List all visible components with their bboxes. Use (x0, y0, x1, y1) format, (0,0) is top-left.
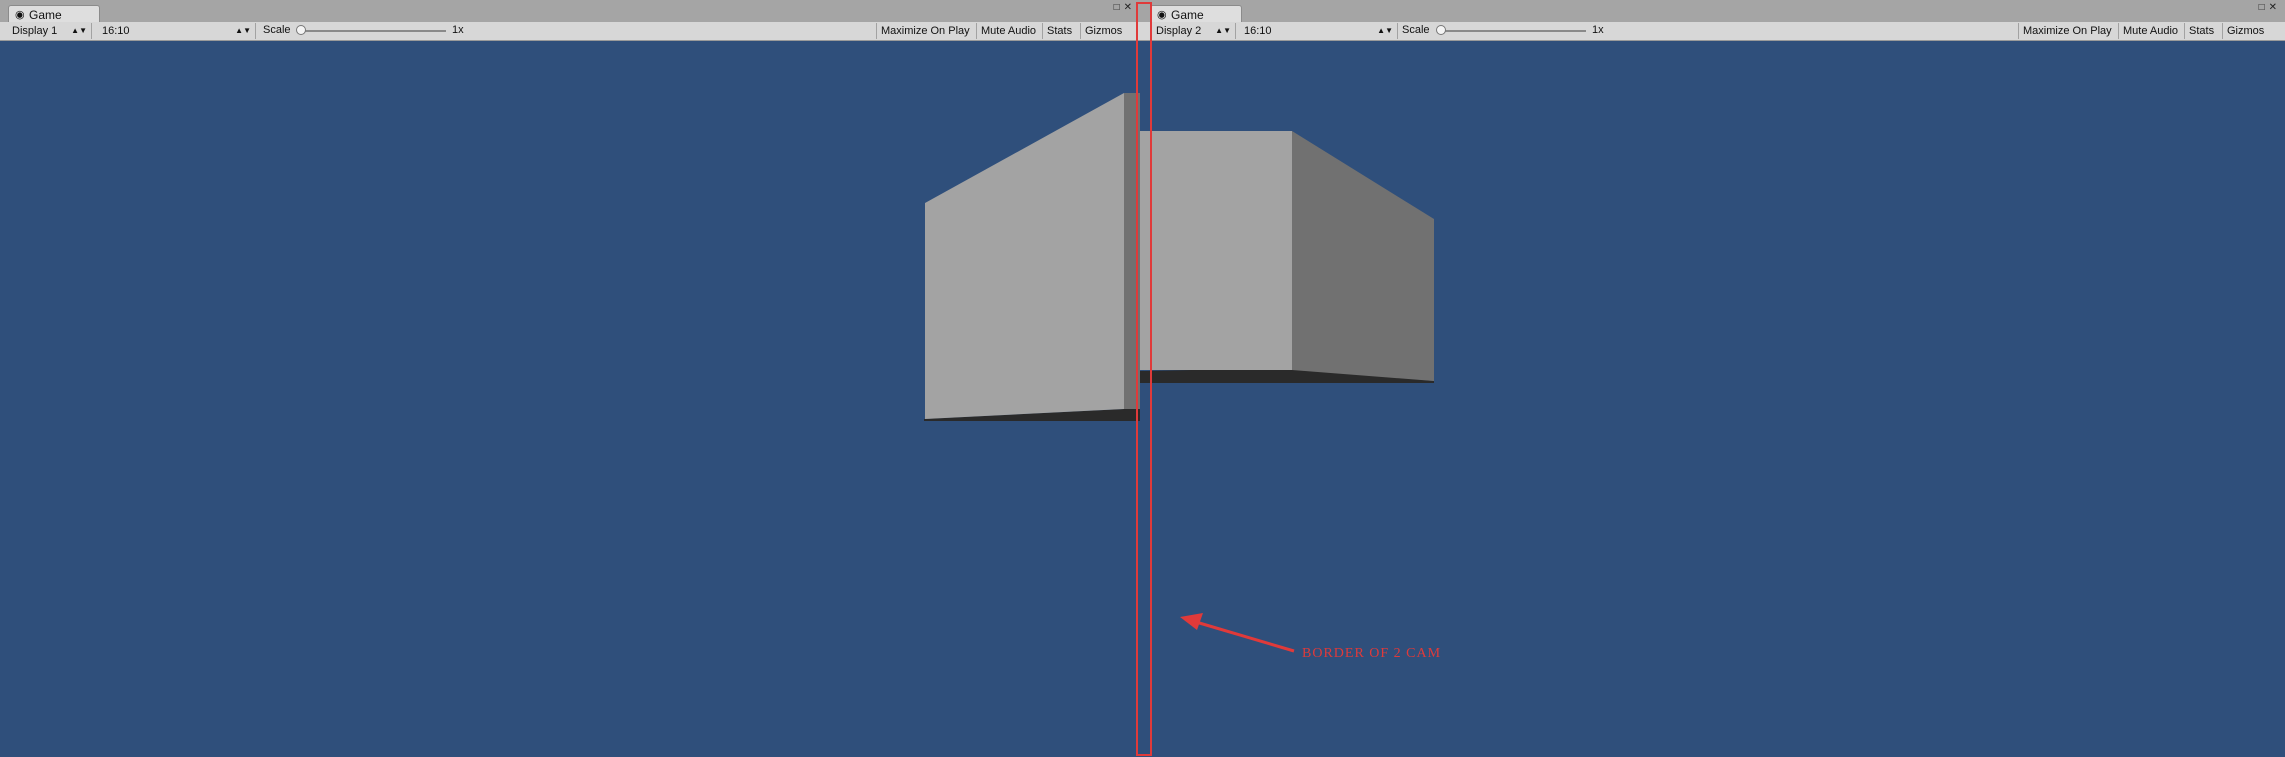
game-panel-display-1: ◉ Game □✕ Display 1 ▲▼ 16:10 ▲▼ Scale 1x… (0, 0, 1140, 757)
display-select-value: Display 1 (12, 25, 58, 37)
scale-slider-thumb[interactable] (296, 25, 306, 35)
aspect-select-value: 16:10 (102, 25, 130, 37)
game-toolbar: Display 2 ▲▼ 16:10 ▲▼ Scale 1x Maximize … (1140, 22, 2285, 41)
stats-button[interactable]: Stats (2184, 23, 2218, 39)
display-select[interactable]: Display 1 ▲▼ (8, 23, 92, 39)
display-select-value: Display 2 (1156, 25, 1202, 37)
mute-audio-button[interactable]: Mute Audio (2118, 23, 2182, 39)
annotation-label: BORDER OF 2 CAM (1302, 646, 1442, 661)
maximize-on-play-button[interactable]: Maximize On Play (2018, 23, 2116, 39)
mute-audio-button[interactable]: Mute Audio (976, 23, 1040, 39)
maximize-on-play-button[interactable]: Maximize On Play (876, 23, 974, 39)
game-toolbar: Display 1 ▲▼ 16:10 ▲▼ Scale 1x Maximize … (0, 22, 1140, 41)
stats-button[interactable]: Stats (1042, 23, 1076, 39)
tab-game[interactable]: ◉ Game (8, 5, 100, 23)
scene-render (924, 93, 1140, 421)
tab-bar: ◉ Game □✕ (1140, 0, 2285, 23)
tab-bar: ◉ Game □✕ (0, 0, 1140, 23)
maximize-icon[interactable]: □ (2259, 2, 2269, 13)
dropdown-arrow-icon: ▲▼ (1215, 26, 1231, 35)
box-dark-face (1124, 93, 1140, 409)
game-viewport[interactable] (0, 41, 1140, 757)
close-icon[interactable]: ✕ (1124, 2, 1136, 13)
box-right-face (1292, 131, 1434, 381)
scale-slider-thumb[interactable] (1436, 25, 1446, 35)
aspect-select[interactable]: 16:10 ▲▼ (98, 23, 256, 39)
close-icon[interactable]: ✕ (2269, 2, 2281, 13)
scale-value: 1x (1592, 24, 1604, 36)
gizmos-button[interactable]: Gizmos (1080, 23, 1126, 39)
tab-label: Game (1171, 8, 1204, 22)
scale-label: Scale (263, 24, 291, 36)
box-left-face (925, 93, 1124, 419)
window-controls: □✕ (1114, 2, 1136, 13)
scale-slider-track[interactable] (1438, 30, 1586, 32)
box-front-face (1140, 131, 1292, 370)
scale-label: Scale (1402, 24, 1430, 36)
aspect-select-value: 16:10 (1244, 25, 1272, 37)
dropdown-arrow-icon: ▲▼ (235, 26, 251, 35)
tab-label: Game (29, 8, 62, 22)
aspect-select[interactable]: 16:10 ▲▼ (1240, 23, 1398, 39)
gizmos-button[interactable]: Gizmos (2222, 23, 2268, 39)
dropdown-arrow-icon: ▲▼ (71, 26, 87, 35)
game-panel-display-2: ◉ Game □✕ Display 2 ▲▼ 16:10 ▲▼ Scale 1x… (1140, 0, 2285, 757)
window-controls: □✕ (2259, 2, 2281, 13)
tab-game[interactable]: ◉ Game (1150, 5, 1242, 23)
maximize-icon[interactable]: □ (1114, 2, 1124, 13)
display-select[interactable]: Display 2 ▲▼ (1152, 23, 1236, 39)
scale-value: 1x (452, 24, 464, 36)
dropdown-arrow-icon: ▲▼ (1377, 26, 1393, 35)
scale-slider-track[interactable] (298, 30, 446, 32)
